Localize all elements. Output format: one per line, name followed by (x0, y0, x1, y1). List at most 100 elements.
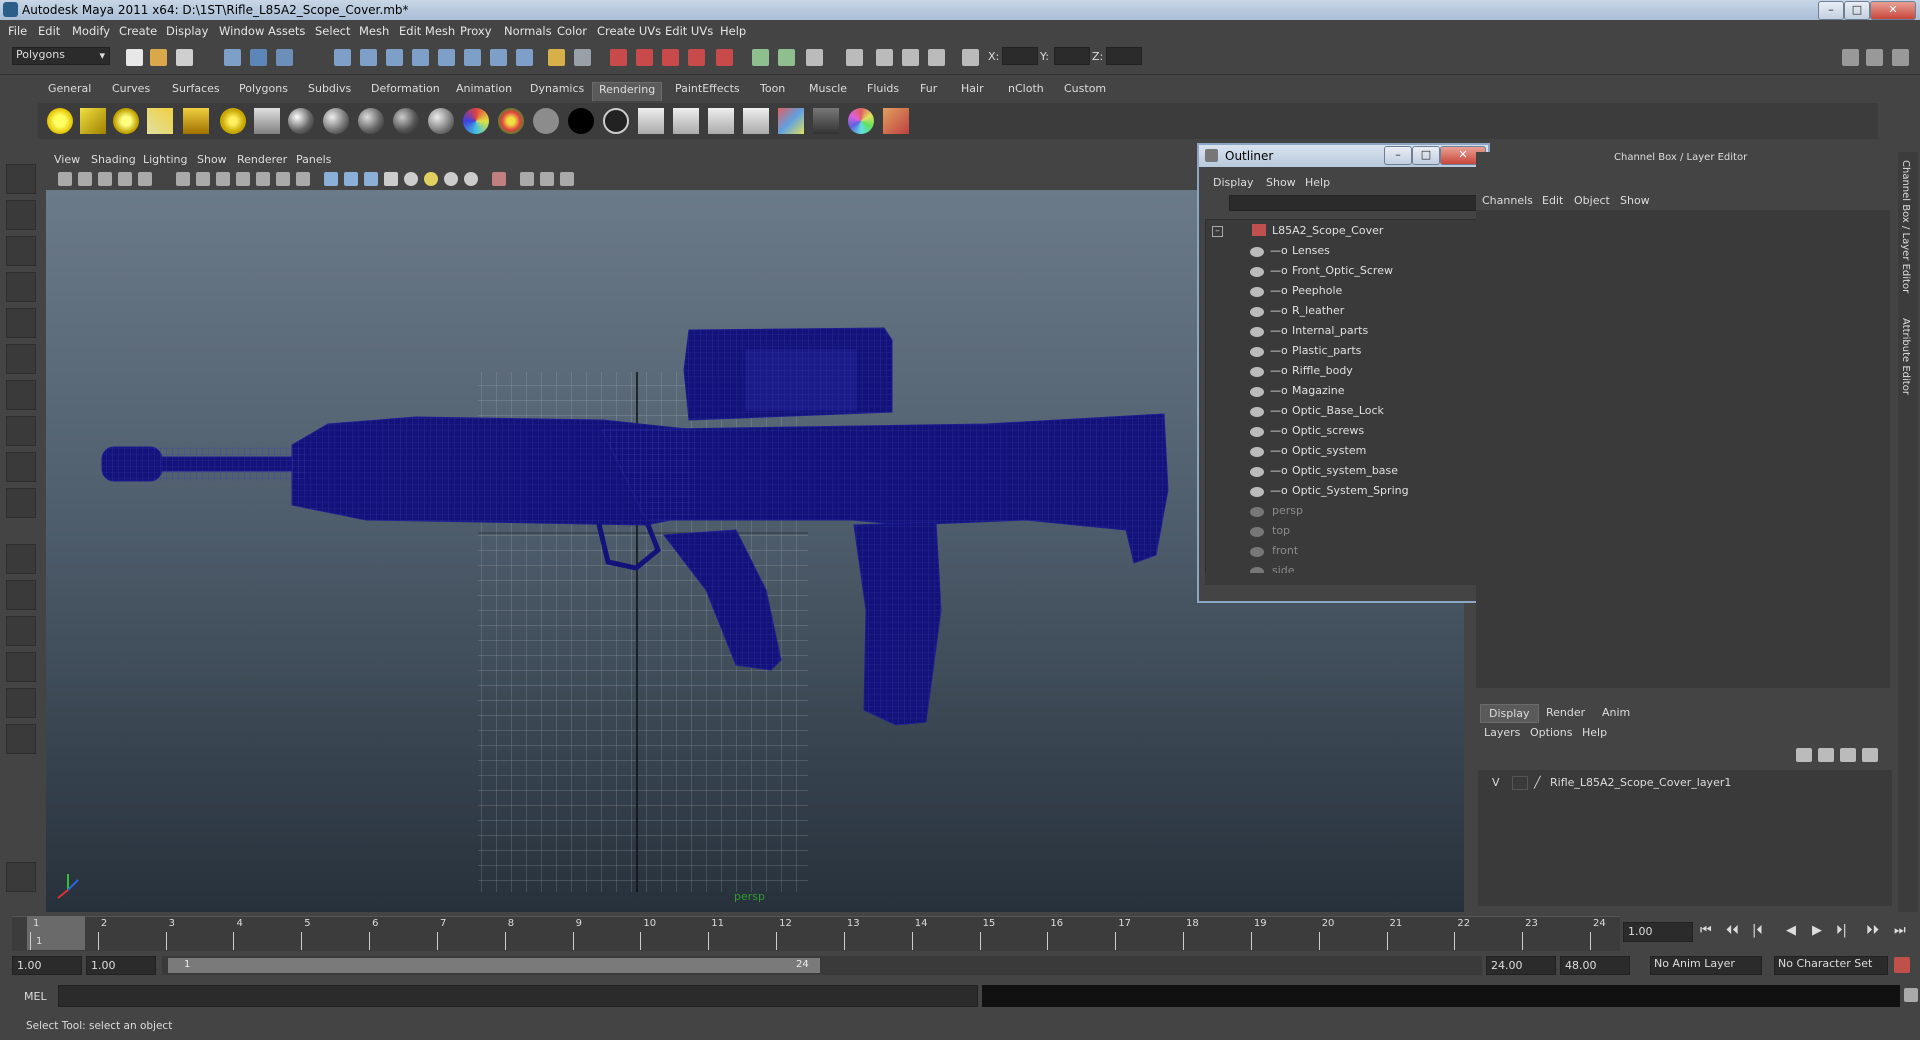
menu-create-uvs[interactable]: Create UVs (597, 24, 661, 38)
maximize-button[interactable]: □ (1844, 1, 1870, 20)
xray-icon[interactable] (520, 172, 534, 186)
lambert-material-icon[interactable] (288, 108, 314, 134)
layout-outliner-persp-icon[interactable] (6, 616, 36, 646)
shelf-tab-surfaces[interactable]: Surfaces (172, 82, 220, 100)
select-hierarchy-icon[interactable] (224, 49, 241, 66)
menu-edit-mesh[interactable]: Edit Mesh (399, 24, 455, 38)
shelf-tab-custom[interactable]: Custom (1064, 82, 1106, 100)
menu-assets[interactable]: Assets (268, 24, 305, 38)
history-icon[interactable] (464, 49, 481, 66)
menu-select[interactable]: Select (315, 24, 350, 38)
viewport-menu-renderer[interactable]: Renderer (237, 153, 287, 166)
viewport-menu-panels[interactable]: Panels (296, 153, 331, 166)
outliner-root-node[interactable]: L85A2_Scope_Cover (1272, 224, 1383, 237)
graph-editor-icon[interactable] (928, 49, 945, 66)
safe-action-icon[interactable] (276, 172, 290, 186)
channel-menu-edit[interactable]: Edit (1542, 194, 1563, 207)
phonge-material-icon[interactable] (393, 108, 419, 134)
output-icon[interactable] (574, 49, 591, 66)
resolution-gate-icon[interactable] (216, 172, 230, 186)
step-back-key-button[interactable]: |⏴ (1752, 923, 1763, 938)
step-forward-key-button[interactable]: ⏵| (1836, 923, 1847, 938)
layer-name[interactable]: Rifle_L85A2_Scope_Cover_layer1 (1550, 776, 1731, 789)
collapse-toggle-icon[interactable]: – (1212, 226, 1223, 237)
default-lights-icon[interactable] (404, 172, 418, 186)
shelf-tab-animation[interactable]: Animation (456, 82, 512, 100)
batch-render-icon[interactable] (708, 108, 734, 134)
layer-tab-render[interactable]: Render (1546, 706, 1585, 719)
paint-brush-icon[interactable] (883, 108, 909, 134)
select-object-icon[interactable] (250, 49, 267, 66)
layout-single-icon[interactable] (6, 544, 36, 574)
playback-end-field[interactable]: 24.00 (1486, 956, 1556, 975)
layered-shader-icon[interactable] (498, 108, 524, 134)
sidebar-toggle-icon[interactable] (752, 49, 769, 66)
shelf-tab-general[interactable]: General (48, 82, 91, 100)
play-backwards-button[interactable]: ◀ (1786, 923, 1796, 938)
viewport-menu-view[interactable]: View (54, 153, 80, 166)
outliner-child-node[interactable]: Magazine (1292, 384, 1345, 397)
surface-shader-icon[interactable] (533, 108, 559, 134)
outliner-menu-display[interactable]: Display (1213, 176, 1254, 189)
shelf-tab-muscle[interactable]: Muscle (809, 82, 847, 100)
grid-toggle-icon[interactable] (176, 172, 190, 186)
render-layer-icon[interactable] (638, 108, 664, 134)
x-field[interactable] (1002, 47, 1038, 65)
outliner-child-node[interactable]: Optic_Base_Lock (1292, 404, 1384, 417)
shading-map-icon[interactable] (603, 108, 629, 134)
backface-culling-icon[interactable] (560, 172, 574, 186)
layer-editor-icon[interactable] (876, 49, 893, 66)
menu-file[interactable]: File (8, 24, 27, 38)
menu-window[interactable]: Window (219, 24, 264, 38)
snap-curve-icon[interactable] (360, 49, 377, 66)
lasso-tool-icon[interactable] (6, 200, 36, 230)
directional-light-icon[interactable] (80, 108, 106, 134)
high-quality-icon[interactable] (464, 172, 478, 186)
scale-tool-icon[interactable] (6, 344, 36, 374)
viewport-menu-lighting[interactable]: Lighting (143, 153, 187, 166)
outliner-maximize-button[interactable]: □ (1412, 146, 1440, 165)
select-tool-icon[interactable] (6, 164, 36, 194)
minimize-button[interactable]: – (1818, 1, 1844, 20)
go-to-end-button[interactable]: ⏭ (1894, 923, 1906, 938)
shelf-tab-subdivs[interactable]: Subdivs (308, 82, 351, 100)
select-camera-icon[interactable] (58, 172, 72, 186)
menu-create[interactable]: Create (119, 24, 157, 38)
range-slider-handle[interactable]: 1 24 (168, 958, 820, 973)
color-wheel-icon[interactable] (848, 108, 874, 134)
viewport-menu-show[interactable]: Show (197, 153, 227, 166)
step-back-frame-button[interactable]: ⏴⏴ (1726, 923, 1739, 938)
close-button[interactable]: ✕ (1870, 1, 1916, 20)
shelf-tab-deformation[interactable]: Deformation (371, 82, 440, 100)
channel-menu-show[interactable]: Show (1620, 194, 1650, 207)
camera-attributes-icon[interactable] (78, 172, 92, 186)
z-field[interactable] (1106, 47, 1142, 65)
new-layer-selected-icon[interactable] (1862, 748, 1878, 762)
time-slider[interactable]: 1 1 2 3 4 5 6 7 8 9 10 11 12 13 14 15 16 17 18 19 20 21 22 23 2… (12, 916, 1620, 951)
outliner-menu-help[interactable]: Help (1305, 176, 1330, 189)
menu-help[interactable]: Help (720, 24, 746, 38)
outliner-menu-show[interactable]: Show (1266, 176, 1296, 189)
blinn-material-icon[interactable] (323, 108, 349, 134)
outliner-filter-field[interactable] (1229, 195, 1479, 211)
new-scene-icon[interactable] (126, 49, 143, 66)
wireframe-on-shaded-icon[interactable] (364, 172, 378, 186)
hypershade-icon[interactable] (688, 49, 705, 66)
menu-color[interactable]: Color (557, 24, 587, 38)
layout-hypershade-icon[interactable] (6, 688, 36, 718)
layer-menu-options[interactable]: Options (1530, 726, 1572, 739)
shelf-tab-fur[interactable]: Fur (920, 82, 937, 100)
outliner-child-node[interactable]: R_leather (1292, 304, 1344, 317)
step-forward-frame-button[interactable]: ⏵⏵ (1866, 923, 1879, 938)
render-view-icon[interactable] (716, 49, 733, 66)
help-icon[interactable] (516, 49, 533, 66)
outliner-child-node[interactable]: Peephole (1292, 284, 1342, 297)
render-diagnostics-icon[interactable] (813, 108, 839, 134)
side-tab-channel-box[interactable]: Channel Box / Layer Editor (1900, 160, 1911, 293)
camera-shelf-icon[interactable] (254, 108, 280, 134)
bookmarks-icon[interactable] (98, 172, 112, 186)
layer-menu-help[interactable]: Help (1582, 726, 1607, 739)
outliner-minimize-button[interactable]: – (1384, 146, 1412, 165)
animation-start-field[interactable]: 1.00 (12, 956, 82, 975)
isolate-select-icon[interactable] (492, 172, 506, 186)
